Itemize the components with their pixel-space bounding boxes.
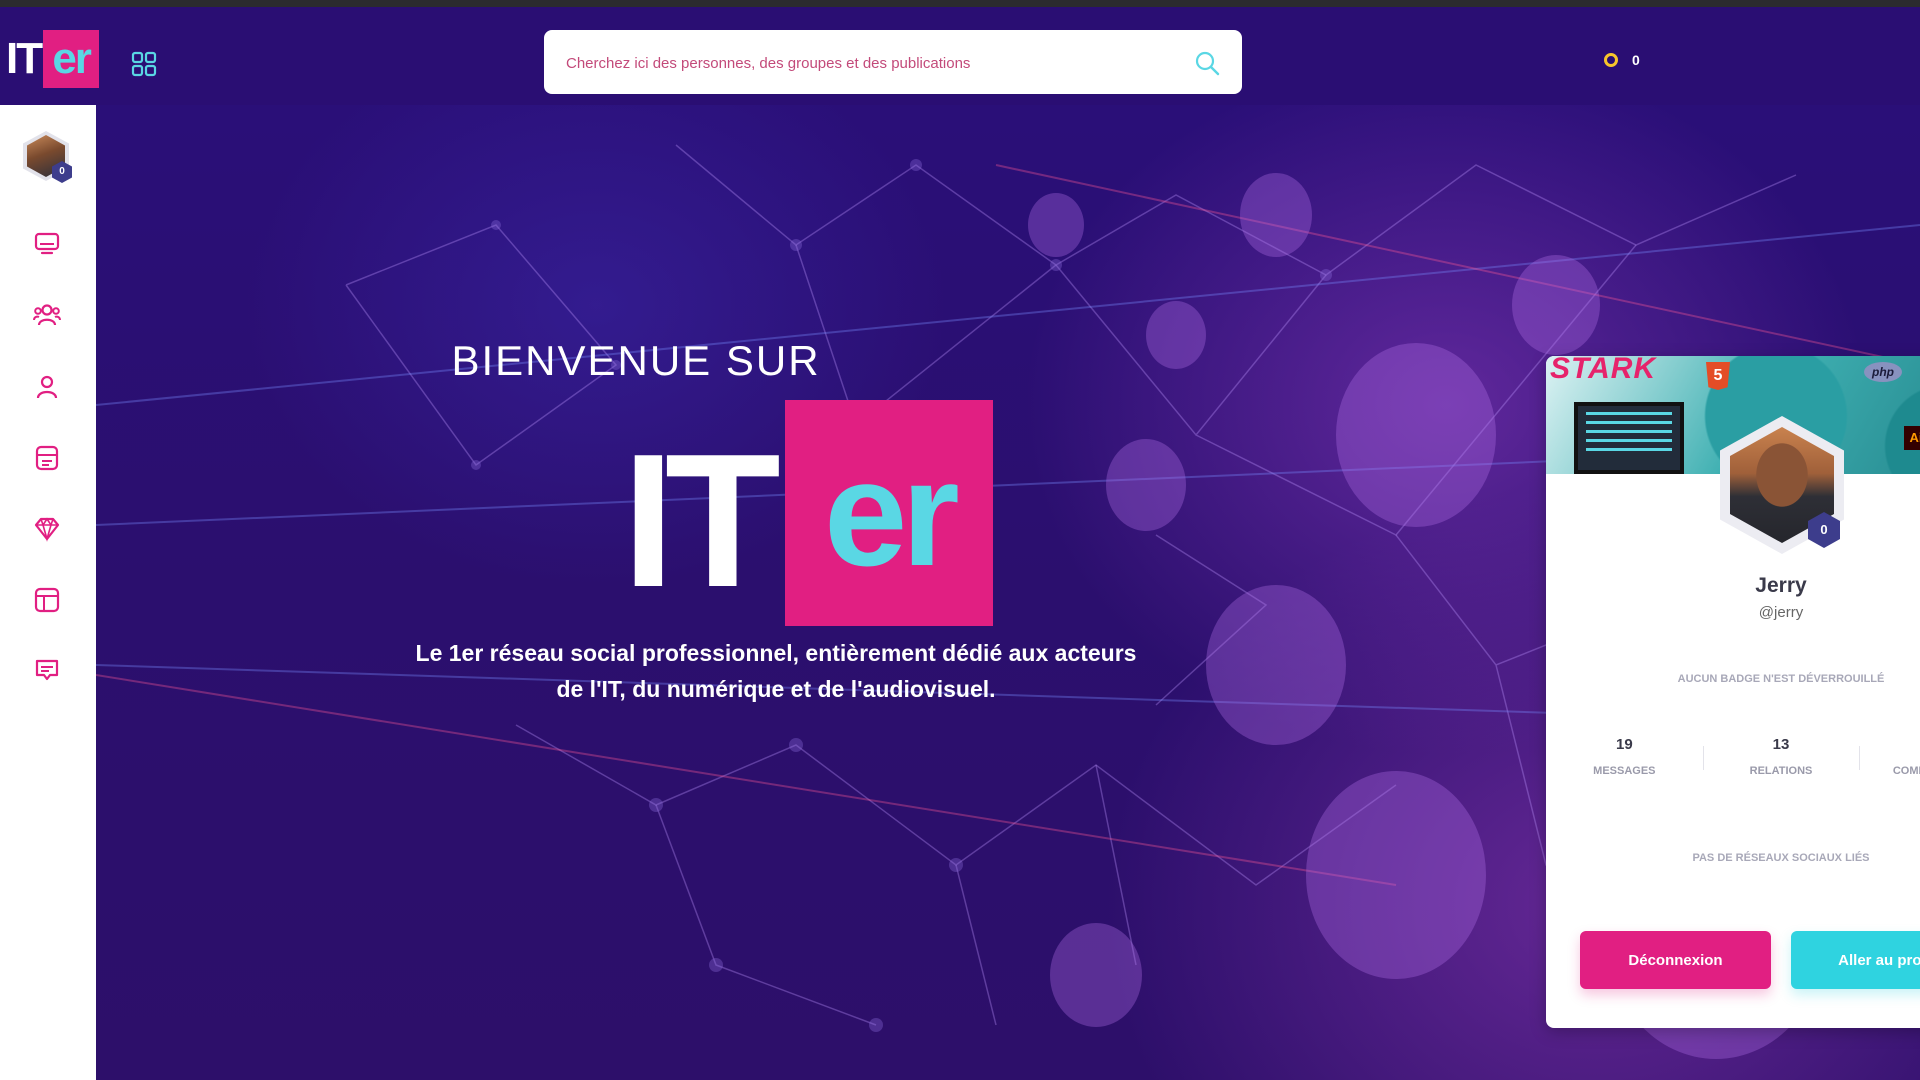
stat-comments: 6 COMMENTAIRES — [1859, 736, 1920, 777]
chat-icon — [35, 659, 59, 681]
stat-value: 19 — [1615, 736, 1633, 753]
sidebar-avatar[interactable]: 0 — [23, 131, 72, 183]
logo-it-text: IT — [6, 34, 43, 83]
monitor-icon — [34, 232, 60, 255]
site-logo[interactable]: IT er — [6, 30, 100, 88]
profile-name: Jerry — [1755, 574, 1807, 597]
coin-count: 0 — [1632, 52, 1640, 68]
cover-text: STARK — [1550, 356, 1657, 385]
window-top-strip — [0, 0, 1920, 7]
layout-icon — [34, 587, 60, 613]
php-icon: php — [1864, 362, 1902, 382]
sidebar-item-members[interactable] — [30, 370, 64, 404]
tagline-line-1: Le 1er réseau social professionnel, enti… — [415, 640, 1137, 666]
cover-screen-graphic — [1574, 402, 1684, 474]
user-icon — [36, 375, 58, 399]
sidebar-item-quests[interactable] — [30, 512, 64, 546]
logo-er-text: er — [43, 30, 100, 88]
profile-stats: 19 MESSAGES 13 RELATIONS 6 COMMENTAIRES — [1546, 736, 1920, 777]
logout-button[interactable]: Déconnexion — [1580, 931, 1771, 989]
hero-logo-er: er — [784, 400, 993, 626]
illustrator-icon: Ai — [1904, 426, 1920, 450]
coin-icon — [1604, 53, 1618, 67]
profile-card: STARK 5 php Ai Ps 0 Jerry @jerry AUCUN B… — [1546, 356, 1920, 1028]
go-to-profile-button[interactable]: Aller au profil — [1791, 931, 1920, 989]
sidebar-item-forums[interactable] — [30, 583, 64, 617]
hero-welcome-text: BIENVENUE SUR — [451, 337, 821, 384]
stat-value: 6 — [1859, 736, 1920, 753]
search-bar — [544, 30, 1242, 96]
card-icon — [35, 445, 59, 471]
stat-value: 13 — [1772, 736, 1790, 753]
stat-messages: 19 MESSAGES — [1546, 736, 1703, 777]
search-input[interactable] — [564, 30, 1168, 96]
html5-icon: 5 — [1706, 362, 1730, 390]
grid-icon[interactable] — [131, 51, 157, 77]
tagline-line-2: de l'IT, du numérique et de l'audiovisue… — [556, 676, 996, 702]
search-icon[interactable] — [1194, 50, 1220, 76]
left-sidebar: 0 — [0, 105, 96, 1080]
sidebar-item-newsfeed[interactable] — [30, 227, 64, 261]
hero-banner: BIENVENUE SUR IT er Le 1er réseau social… — [96, 105, 1920, 1080]
diamond-icon — [34, 517, 60, 542]
hero-logo-it: IT — [622, 415, 781, 627]
sidebar-item-badges[interactable] — [30, 441, 64, 475]
social-networks-note: PAS DE RÉSEAUX SOCIAUX LIÉS — [1692, 852, 1870, 864]
hero-logo: IT er — [622, 400, 993, 626]
group-icon — [33, 304, 61, 326]
stat-label: MESSAGES — [1593, 765, 1656, 777]
sidebar-item-events[interactable] — [30, 653, 64, 687]
stat-relations: 13 RELATIONS — [1702, 736, 1860, 777]
stat-label: RELATIONS — [1749, 765, 1813, 777]
top-header: IT er 0 — [0, 7, 1920, 105]
sidebar-item-groups[interactable] — [30, 298, 64, 332]
coin-counter[interactable]: 0 — [1604, 52, 1640, 68]
profile-avatar[interactable]: 0 — [1720, 416, 1844, 554]
hero-tagline: Le 1er réseau social professionnel, enti… — [326, 635, 1226, 707]
badges-note: AUCUN BADGE N'EST DÉVERROUILLÉ — [1677, 673, 1885, 685]
profile-handle: @jerry — [1758, 604, 1804, 621]
stat-label: COMMENTAIRES — [1892, 765, 1920, 777]
